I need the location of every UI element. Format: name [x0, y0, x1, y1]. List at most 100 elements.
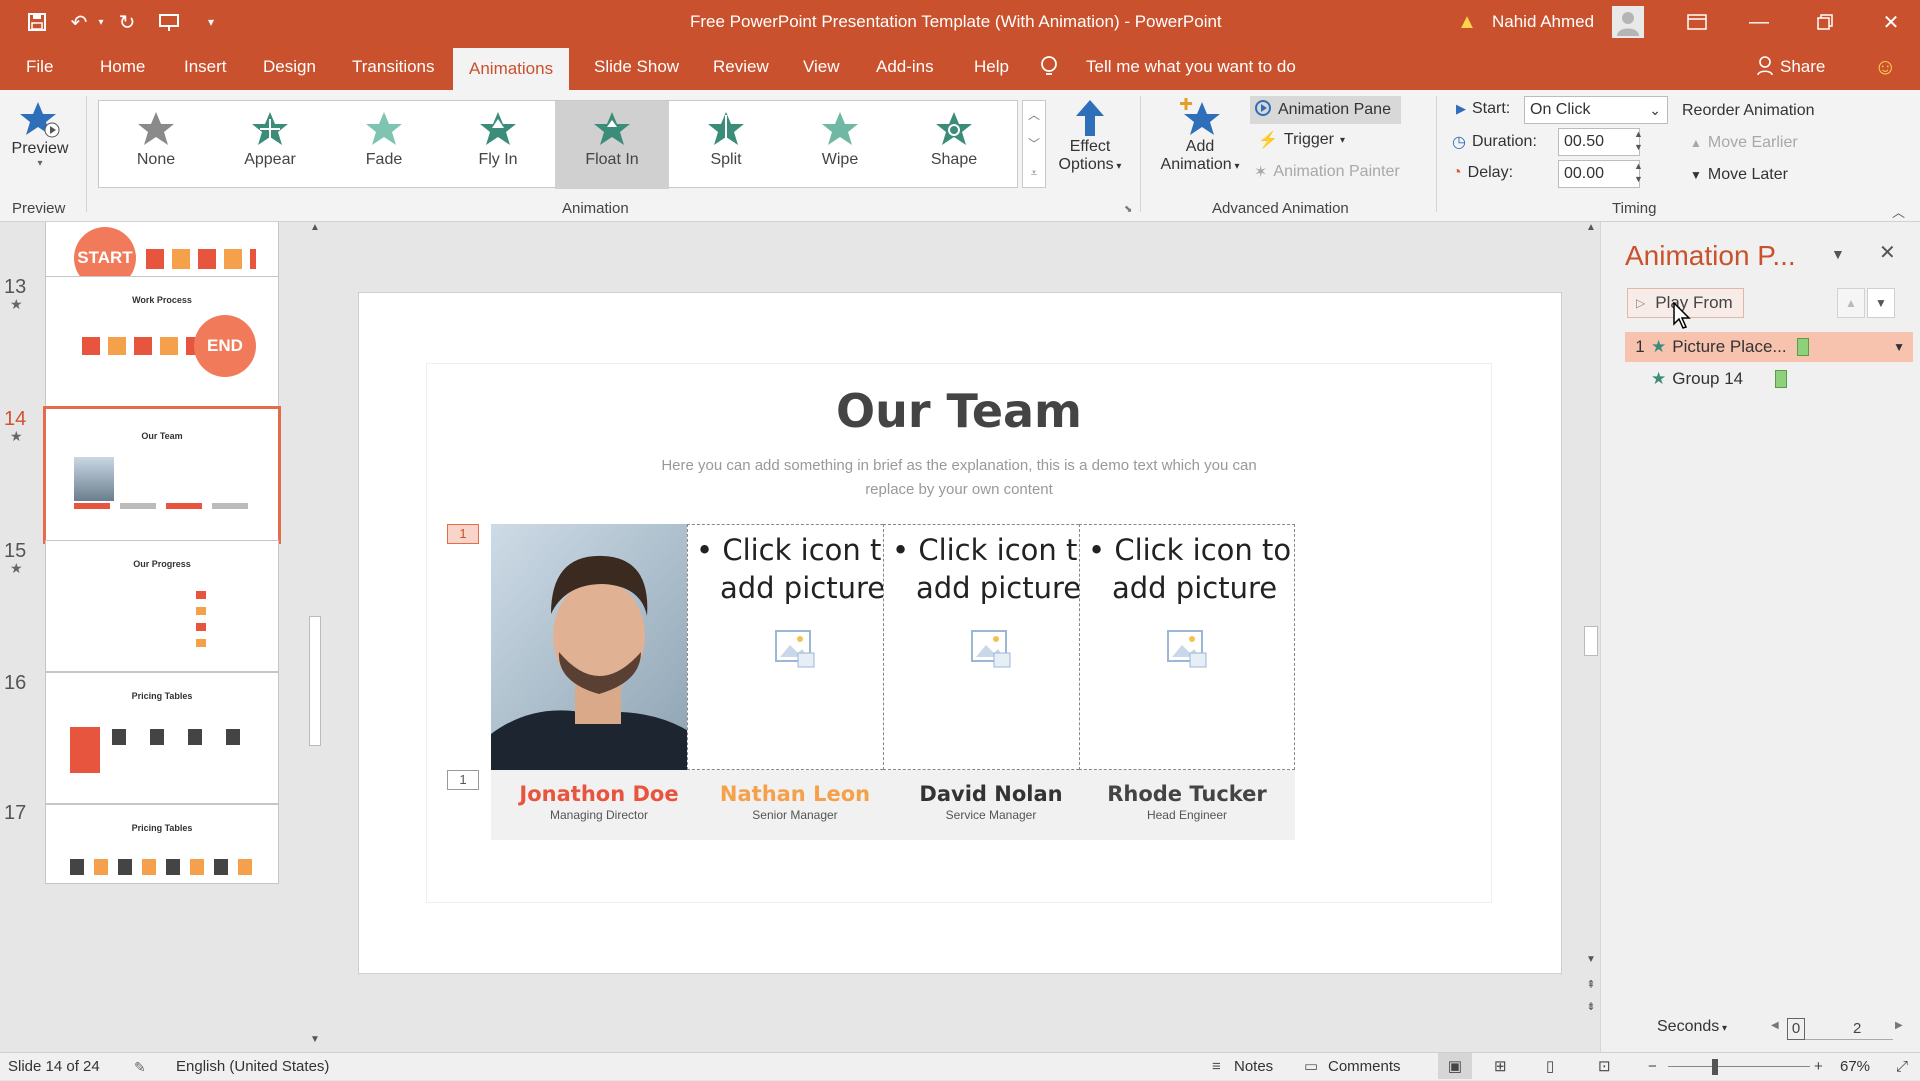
fit-to-window-icon[interactable]: ⤢ [1896, 1053, 1908, 1081]
minimize-icon[interactable]: — [1742, 6, 1776, 38]
scroll-down-icon[interactable]: ▼ [1582, 954, 1600, 965]
animation-tag[interactable]: 1 [447, 770, 479, 790]
animation-none[interactable]: None [99, 101, 213, 189]
slide-thumbnail[interactable]: Pricing Tables [45, 672, 279, 804]
scroll-down-icon[interactable]: ▼ [306, 1034, 324, 1045]
user-name[interactable]: Nahid Ahmed [1492, 0, 1594, 44]
item-dropdown-icon[interactable]: ▼ [1893, 340, 1905, 354]
start-slideshow-icon[interactable] [152, 6, 186, 38]
close-icon[interactable]: ✕ [1874, 6, 1908, 38]
picture-placeholder[interactable]: • Click icon to add picture [687, 524, 903, 770]
spell-check-icon[interactable]: ✎ [134, 1053, 146, 1081]
editor-scrollbar[interactable]: ▲ ▼ ⇞ ⇟ [1582, 222, 1600, 1052]
tab-insert[interactable]: Insert [168, 44, 243, 90]
effect-options-button[interactable]: Effect Options ▾ [1054, 98, 1126, 174]
ribbon-display-options-icon[interactable] [1680, 6, 1714, 38]
zoom-out-icon[interactable]: − [1648, 1053, 1657, 1081]
tab-slide-show[interactable]: Slide Show [578, 44, 695, 90]
share-icon[interactable] [1756, 44, 1776, 90]
redo-icon[interactable]: ↻ [110, 6, 144, 38]
animation-pane-button[interactable]: Animation Pane [1250, 96, 1401, 124]
animation-list-item[interactable]: ★ Group 14 [1625, 364, 1913, 394]
save-icon[interactable] [20, 6, 54, 38]
seconds-dropdown[interactable]: Seconds ▾ [1657, 1018, 1727, 1036]
animation-tag[interactable]: 1 [447, 524, 479, 544]
slide[interactable]: Our Team Here you can add something in b… [427, 364, 1491, 902]
add-animation-button[interactable]: Add Animation ▾ [1148, 98, 1252, 174]
delay-stepper[interactable]: ▲ ▼ [1634, 160, 1648, 186]
move-later-button[interactable]: ▼ Move Later [1690, 166, 1788, 184]
delay-input[interactable]: 00.00 [1558, 160, 1640, 188]
undo-icon[interactable]: ↶ [62, 6, 96, 38]
animation-list-item[interactable]: 1 ★ Picture Place... ▼ [1625, 332, 1913, 362]
tab-file[interactable]: File [10, 44, 69, 90]
tab-add-ins[interactable]: Add-ins [860, 44, 950, 90]
start-select[interactable]: On Click ⌄ [1524, 96, 1668, 124]
team-member-card[interactable]: David Nolan Service Manager [883, 770, 1099, 840]
insert-picture-icon[interactable] [774, 629, 818, 669]
pane-options-icon[interactable]: ▼ [1831, 246, 1845, 262]
move-up-button[interactable]: ▲ [1837, 288, 1865, 318]
chevron-up-icon[interactable]: ︿ [1023, 101, 1045, 130]
zoom-slider-thumb[interactable] [1712, 1059, 1718, 1075]
comments-button[interactable]: Comments [1328, 1053, 1401, 1081]
tab-transitions[interactable]: Transitions [336, 44, 451, 90]
timeline-left-icon[interactable]: ◀ [1771, 1020, 1779, 1031]
team-photo[interactable] [491, 524, 707, 770]
animation-shape[interactable]: Shape [897, 101, 1011, 189]
slideshow-view-icon[interactable]: ⊡ [1598, 1053, 1611, 1081]
picture-placeholder[interactable]: • Click icon to add picture [1079, 524, 1295, 770]
animation-split[interactable]: Split [669, 101, 783, 189]
team-member-card[interactable]: Nathan Leon Senior Manager [687, 770, 903, 840]
preview-button[interactable]: Preview ▾ [4, 100, 76, 169]
zoom-slider[interactable] [1668, 1066, 1810, 1067]
slide-title[interactable]: Our Team [427, 384, 1491, 438]
collapse-ribbon-icon[interactable]: ︿ [1892, 202, 1905, 221]
tab-animations[interactable]: Animations [453, 48, 570, 90]
trigger-button[interactable]: ⚡ Trigger ▾ [1258, 130, 1345, 150]
scroll-up-icon[interactable]: ▲ [1582, 222, 1600, 233]
zoom-in-icon[interactable]: + [1814, 1053, 1823, 1081]
move-down-button[interactable]: ▼ [1867, 288, 1895, 318]
move-earlier-button[interactable]: ▲ Move Earlier [1690, 134, 1798, 152]
slide-thumbnail[interactable]: Our Progress [45, 540, 279, 672]
chevron-down-icon[interactable]: ﹀ [1023, 130, 1045, 159]
warning-icon[interactable]: ▲ [1450, 6, 1484, 38]
team-member-card[interactable]: Jonathon Doe Managing Director [491, 770, 707, 840]
next-slide-icon[interactable]: ⇟ [1582, 1000, 1600, 1013]
previous-slide-icon[interactable]: ⇞ [1582, 978, 1600, 991]
tell-me-search[interactable]: Tell me what you want to do [1070, 44, 1312, 90]
insert-picture-icon[interactable] [970, 629, 1014, 669]
gallery-scroll[interactable]: ︿ ﹀ ⩡ [1022, 100, 1046, 188]
tab-help[interactable]: Help [958, 44, 1025, 90]
slide-thumbnail[interactable]: Pricing Tables [45, 804, 279, 884]
slide-info[interactable]: Slide 14 of 24 [8, 1053, 100, 1081]
tab-home[interactable]: Home [84, 44, 161, 90]
picture-placeholder[interactable]: • Click icon to add picture [883, 524, 1099, 770]
duration-input[interactable]: 00.50 [1558, 128, 1640, 156]
smiley-icon[interactable]: ☺ [1874, 44, 1896, 90]
duration-stepper[interactable]: ▲ ▼ [1634, 128, 1648, 154]
gallery-more-icon[interactable]: ⩡ [1023, 159, 1045, 187]
notes-button[interactable]: Notes [1234, 1053, 1273, 1081]
zoom-level[interactable]: 67% [1840, 1053, 1870, 1081]
animation-float-in[interactable]: Float In [555, 101, 669, 189]
undo-dropdown-icon[interactable]: ▾ [92, 6, 110, 38]
animation-fly-in[interactable]: Fly In [441, 101, 555, 189]
scroll-thumb[interactable] [1584, 626, 1598, 656]
close-icon[interactable]: ✕ [1879, 240, 1896, 265]
share-button[interactable]: Share [1776, 44, 1825, 90]
animation-painter-button[interactable]: ✶ Animation Painter [1254, 162, 1400, 182]
tab-view[interactable]: View [787, 44, 856, 90]
slide-thumbnail-current[interactable]: Our Team [43, 406, 281, 544]
team-member-card[interactable]: Rhode Tucker Head Engineer [1079, 770, 1295, 840]
thumbnails-scrollbar[interactable]: ▲ ▼ [306, 222, 324, 1052]
dialog-launcher-icon[interactable]: ⬊ [1124, 204, 1132, 215]
scroll-up-icon[interactable]: ▲ [306, 222, 324, 233]
language[interactable]: English (United States) [176, 1053, 329, 1081]
tab-review[interactable]: Review [697, 44, 785, 90]
slide-sorter-icon[interactable]: ⊞ [1494, 1053, 1507, 1081]
slide-thumbnail[interactable]: Work Process END [45, 276, 279, 408]
tab-design[interactable]: Design [247, 44, 332, 90]
reading-view-icon[interactable]: ▯ [1546, 1053, 1554, 1081]
